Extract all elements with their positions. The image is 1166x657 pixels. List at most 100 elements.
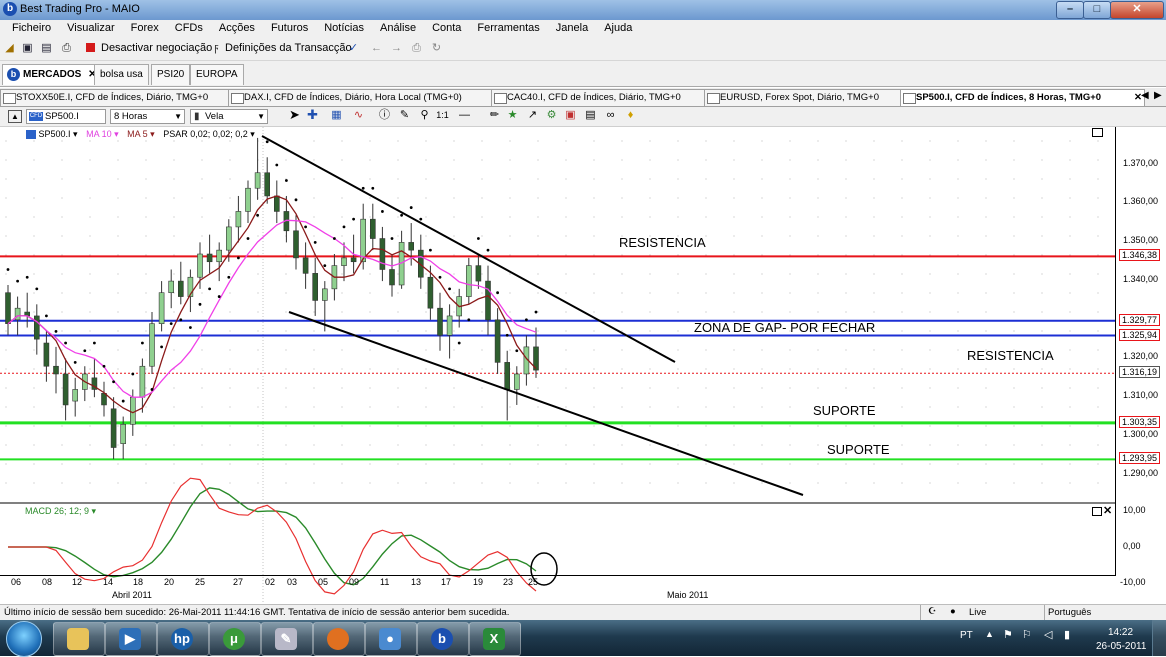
back-arrow-icon[interactable]: ←	[370, 42, 383, 54]
grid-dot	[649, 311, 651, 313]
taskbar-explorer[interactable]	[53, 622, 105, 656]
checkmark-icon[interactable]: ✓	[347, 42, 360, 54]
maximize-pane-icon[interactable]	[1092, 128, 1103, 137]
tab-psi20[interactable]: PSI20	[151, 64, 191, 85]
menu-visualizar[interactable]: Visualizar	[59, 20, 123, 34]
chart-tab-cac40[interactable]: CAC40.I, CFD de Índices, Diário, TMG+0	[491, 89, 713, 106]
scale-icon[interactable]: ↗	[526, 109, 539, 121]
menu-futuros[interactable]: Futuros	[263, 20, 316, 34]
legend-ma10[interactable]: MA 10 ▾	[86, 129, 119, 139]
zoom-icon[interactable]: ⚲	[418, 109, 431, 121]
cursor-icon[interactable]: ➤	[288, 108, 301, 121]
psar-dot	[112, 380, 115, 384]
grid-dot	[341, 216, 343, 218]
save-as-icon[interactable]: ▤	[40, 42, 53, 54]
tab-mercados[interactable]: b MERCADOS ✕	[2, 64, 103, 85]
close-button[interactable]: ✕	[1110, 1, 1164, 19]
taskbar-paint[interactable]: ✎	[261, 622, 313, 656]
menu-ficheiro[interactable]: Ficheiro	[0, 20, 59, 34]
menu-analise[interactable]: Análise	[372, 20, 424, 34]
legend-ma5[interactable]: MA 5 ▾	[127, 129, 155, 139]
print-preview-icon[interactable]: ⎙	[410, 42, 423, 54]
tab-europa[interactable]: EUROPA	[190, 64, 244, 85]
pencil-icon[interactable]: ✏	[488, 109, 501, 121]
chart-tab-eurusd[interactable]: EURUSD, Forex Spot, Diário, TMG+0	[704, 89, 909, 106]
tab-scroll-right-icon[interactable]: ▶	[1154, 90, 1162, 101]
clock-date[interactable]: 26-05-2011	[1096, 641, 1146, 652]
close-pane-icon[interactable]: ✕	[1103, 504, 1112, 517]
price-chart[interactable]	[0, 127, 1166, 604]
menu-ajuda[interactable]: Ajuda	[596, 20, 640, 34]
info-icon[interactable]: ⓘ	[378, 109, 391, 121]
grid-dot	[1013, 292, 1015, 294]
grid-dot	[817, 482, 819, 484]
grid-dot	[845, 159, 847, 161]
templates-icon[interactable]: ▤	[584, 109, 597, 121]
minimize-button[interactable]: –	[1056, 1, 1084, 19]
symbol-input[interactable]: CFD SP500.I	[26, 109, 106, 124]
taskbar-best-trading[interactable]: b	[417, 622, 469, 656]
alert-bell-icon[interactable]: ♦	[624, 109, 637, 121]
show-hidden-icons-icon[interactable]: ▲	[985, 629, 994, 639]
menu-ferramentas[interactable]: Ferramentas	[469, 20, 547, 34]
line-tool-icon[interactable]: —	[458, 109, 471, 121]
menu-cfds[interactable]: CFDs	[167, 20, 211, 34]
flag-icon[interactable]: ⚐	[1022, 628, 1032, 641]
grid-dot	[593, 235, 595, 237]
taskbar-excel[interactable]: X	[469, 622, 521, 656]
show-desktop-button[interactable]	[1152, 620, 1166, 656]
transaction-settings-button[interactable]: Definições da Transacção	[225, 42, 352, 54]
crosshair-icon[interactable]: ✚	[306, 108, 319, 121]
network-icon[interactable]: ▮	[1064, 628, 1070, 641]
tray-app-icon[interactable]: ⚑	[1003, 628, 1013, 641]
timeframe-select[interactable]: 8 Horas ▼	[110, 109, 185, 124]
menu-noticias[interactable]: Notícias	[316, 20, 372, 34]
date-tick: 12	[72, 577, 83, 587]
collapse-up-icon[interactable]: ▲	[8, 110, 22, 123]
tab-scroll-left-icon[interactable]: ◀	[1141, 90, 1149, 101]
print-icon[interactable]: ⎙	[60, 42, 73, 54]
menu-forex[interactable]: Forex	[123, 20, 167, 34]
menu-accoes[interactable]: Acções	[211, 20, 263, 34]
chart-style-select[interactable]: ▮ Vela ▼	[190, 109, 268, 124]
chart-tab-stoxx50e[interactable]: STOXX50E.I, CFD de Índices, Diário, TMG+…	[0, 89, 239, 106]
indicators-icon[interactable]: ∿	[352, 109, 365, 121]
objects-icon[interactable]: ★	[506, 109, 519, 121]
forward-arrow-icon[interactable]: →	[390, 42, 403, 54]
deactivate-trading-button[interactable]: Desactivar negociação	[101, 42, 212, 54]
grid-dot	[537, 330, 539, 332]
start-button[interactable]	[6, 621, 42, 657]
chart-tab-dax[interactable]: DAX.I, CFD de Índices, Diário, Hora Loca…	[228, 89, 500, 106]
maximize-pane-icon[interactable]	[1092, 507, 1102, 516]
grid-dot	[173, 140, 175, 142]
volume-icon[interactable]: ◁	[1044, 628, 1052, 641]
draw-icon[interactable]: ✎	[398, 109, 411, 121]
clock-time[interactable]: 14:22	[1108, 627, 1133, 638]
legend-psar[interactable]: PSAR 0,02; 0,02; 0,2 ▾	[163, 129, 255, 139]
refresh-icon[interactable]: ↻	[430, 42, 443, 54]
menu-conta[interactable]: Conta	[424, 20, 469, 34]
grid-dot	[1013, 178, 1015, 180]
open-folder-icon[interactable]: ◢	[3, 42, 16, 54]
grid-dot	[33, 387, 35, 389]
tab-bolsa-usa[interactable]: bolsa usa	[94, 64, 149, 85]
chart-area[interactable]: SP500.I ▾ MA 10 ▾ MA 5 ▾ PSAR 0,02; 0,02…	[0, 127, 1166, 604]
legend-symbol[interactable]: SP500.I ▾	[39, 129, 78, 139]
maximize-button[interactable]: □	[1083, 1, 1111, 19]
input-language[interactable]: PT	[960, 630, 973, 641]
taskbar-utorrent[interactable]: μ	[209, 622, 261, 656]
trade-icon[interactable]: ▣	[564, 109, 577, 121]
grid-icon[interactable]: ▦	[330, 109, 343, 121]
save-icon[interactable]: ▣	[21, 42, 34, 54]
one-to-one-icon[interactable]: 1:1	[436, 109, 449, 121]
taskbar-firefox[interactable]	[313, 622, 365, 656]
taskbar-hp[interactable]: hp	[157, 622, 209, 656]
link-icon[interactable]: ∞	[604, 109, 617, 121]
menu-janela[interactable]: Janela	[548, 20, 596, 34]
legend-macd[interactable]: MACD 26; 12; 9 ▾	[25, 506, 96, 517]
grid-dot	[957, 235, 959, 237]
tools-icon[interactable]: ⚙	[545, 109, 558, 121]
chart-tab-sp500[interactable]: SP500.I, CFD de Índices, 8 Horas, TMG+0 ✕	[900, 89, 1145, 106]
taskbar-messenger[interactable]: ●	[365, 622, 417, 656]
taskbar-media-player[interactable]: ▶	[105, 622, 157, 656]
